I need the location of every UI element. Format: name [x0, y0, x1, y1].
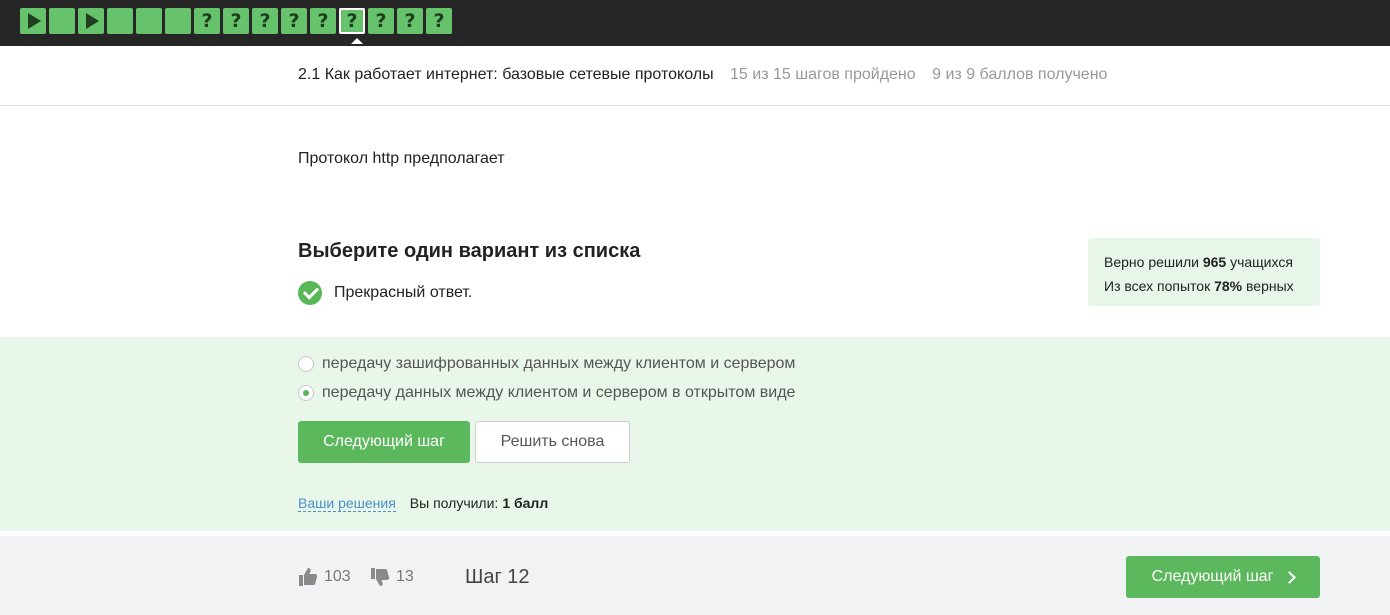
step-tile-13[interactable]: ? — [368, 8, 394, 34]
question-mark-icon: ? — [201, 10, 213, 32]
result-line: Ваши решения Вы получили: 1 балл — [298, 495, 548, 512]
stats-solved-count: 965 — [1202, 254, 1227, 270]
stats-solved-suffix: учащихся — [1230, 254, 1293, 270]
stats-solved-prefix: Верно решили — [1104, 254, 1199, 270]
like-button[interactable]: 103 — [298, 567, 351, 587]
lesson-header: 2.1 Как работает интернет: базовые сетев… — [0, 46, 1390, 106]
stats-attempts-suffix: верных — [1246, 278, 1294, 294]
received-label: Вы получили: — [409, 495, 499, 511]
steps-list: ????????? — [20, 8, 455, 44]
stats-solved-line: Верно решили 965 учащихся — [1104, 250, 1304, 274]
step-tile-6[interactable] — [165, 8, 191, 34]
answer-option-label: передачу зашифрованных данных между клие… — [322, 355, 796, 372]
step-tile-14[interactable]: ? — [397, 8, 423, 34]
received-value: 1 балл — [502, 495, 549, 511]
step-tile-8[interactable]: ? — [223, 8, 249, 34]
likes-count: 103 — [324, 568, 351, 585]
question-mark-icon: ? — [433, 10, 445, 32]
play-icon — [28, 13, 41, 29]
question-mark-icon: ? — [259, 10, 271, 32]
step-tile-4[interactable] — [107, 8, 133, 34]
thumbs-up-icon — [299, 568, 318, 586]
step-tile-9[interactable]: ? — [252, 8, 278, 34]
question-mark-icon: ? — [404, 10, 416, 32]
dislikes-count: 13 — [396, 568, 414, 585]
question-mark-icon: ? — [288, 10, 300, 32]
solve-again-button[interactable]: Решить снова — [475, 421, 630, 463]
check-circle-icon — [298, 281, 322, 305]
question-mark-icon: ? — [230, 10, 242, 32]
stats-correct-percent: 78% — [1214, 278, 1243, 294]
quiz-title: Выберите один вариант из списка — [298, 240, 641, 262]
dislike-button[interactable]: 13 — [370, 567, 414, 587]
thumbs-down-icon — [371, 568, 390, 586]
step-tile-2[interactable] — [49, 8, 75, 34]
feedback-message: Прекрасный ответ. — [298, 281, 472, 305]
lesson-score: 9 из 9 баллов получено — [932, 66, 1108, 83]
question-mark-icon: ? — [346, 10, 358, 32]
answer-option-label: передачу данных между клиентом и серверо… — [322, 384, 796, 401]
stats-attempts-line: Из всех попыток 78% верных — [1104, 274, 1304, 298]
step-tile-7[interactable]: ? — [194, 8, 220, 34]
step-tile-12[interactable]: ? — [339, 8, 365, 44]
radio-button-selected[interactable] — [298, 385, 314, 401]
your-solutions-link[interactable]: Ваши решения — [298, 495, 396, 512]
step-tile-3[interactable] — [78, 8, 104, 34]
question-text: Протокол http предполагает — [298, 150, 505, 167]
step-tile-11[interactable]: ? — [310, 8, 336, 34]
radio-button[interactable] — [298, 356, 314, 372]
stats-panel: Верно решили 965 учащихся Из всех попыто… — [1088, 238, 1320, 306]
steps-navigation-bar: ????????? — [0, 0, 1390, 46]
step-tile-10[interactable]: ? — [281, 8, 307, 34]
chevron-right-icon — [1283, 570, 1297, 584]
play-icon — [86, 13, 99, 29]
question-mark-icon: ? — [375, 10, 387, 32]
step-number: Шаг 12 — [465, 566, 530, 588]
step-tile-15[interactable]: ? — [426, 8, 452, 34]
stats-attempts-prefix: Из всех попыток — [1104, 278, 1211, 294]
lesson-progress: 15 из 15 шагов пройдено — [730, 66, 916, 83]
question-mark-icon: ? — [317, 10, 329, 32]
step-tile-5[interactable] — [136, 8, 162, 34]
step-footer: 103 13 Шаг 12 Следующий шаг — [0, 536, 1390, 615]
answer-option[interactable]: передачу данных между клиентом и серверо… — [298, 384, 795, 402]
footer-next-step-button[interactable]: Следующий шаг — [1126, 556, 1320, 598]
feedback-text: Прекрасный ответ. — [334, 284, 473, 301]
step-tile-1[interactable] — [20, 8, 46, 34]
footer-next-step-label: Следующий шаг — [1151, 568, 1274, 585]
answer-option[interactable]: передачу зашифрованных данных между клие… — [298, 355, 795, 373]
next-step-button[interactable]: Следующий шаг — [298, 421, 470, 463]
lesson-title[interactable]: 2.1 Как работает интернет: базовые сетев… — [298, 66, 714, 83]
active-step-pointer — [351, 38, 363, 44]
